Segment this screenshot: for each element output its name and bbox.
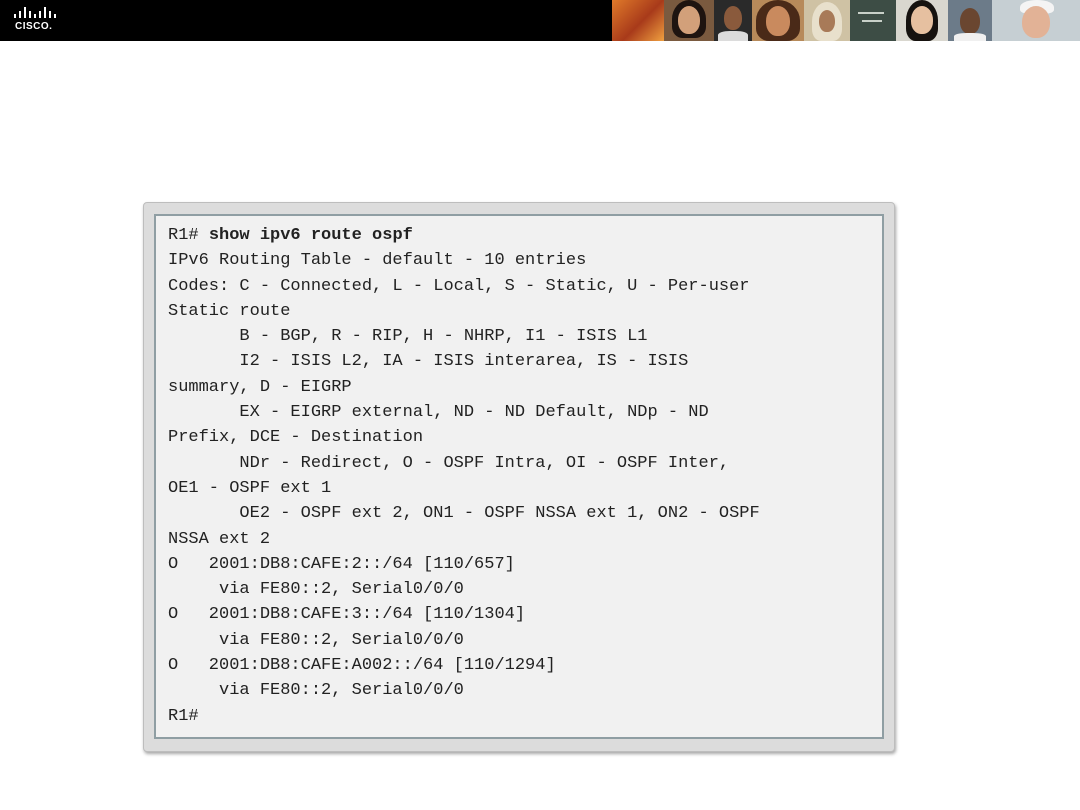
- photo-woman-smiling: [664, 0, 714, 41]
- photo-man-smiling: [992, 0, 1080, 41]
- photo-orange-collage: [612, 0, 664, 41]
- photo-woman-asian: [896, 0, 948, 41]
- route-entry: O 2001:DB8:CAFE:3::/64 [110/1304]: [168, 605, 526, 625]
- terminal-text: R1# show ipv6 route ospf IPv6 Routing Ta…: [156, 216, 882, 729]
- output-line: summary, D - EIGRP: [168, 377, 352, 397]
- final-prompt: R1#: [168, 706, 199, 726]
- route-next-hop: via FE80::2, Serial0/0/0: [168, 630, 464, 650]
- photo-woman-curly-hair: [752, 0, 804, 41]
- route-next-hop: via FE80::2, Serial0/0/0: [168, 681, 464, 701]
- cisco-logo-text: CISCO.: [15, 21, 53, 32]
- output-line: Prefix, DCE - Destination: [168, 428, 424, 448]
- route-next-hop: via FE80::2, Serial0/0/0: [168, 580, 464, 600]
- command: show ipv6 route ospf: [208, 226, 413, 245]
- header-photo-strip: [612, 0, 1080, 41]
- output-line: EX - EIGRP external, ND - ND Default, ND…: [168, 403, 709, 423]
- cisco-logo: CISCO.: [14, 6, 64, 36]
- output-line: Static route: [168, 301, 291, 321]
- terminal-window: R1# show ipv6 route ospf IPv6 Routing Ta…: [143, 202, 895, 752]
- route-entry: O 2001:DB8:CAFE:A002::/64 [110/1294]: [168, 656, 556, 676]
- photo-woman-headscarf: [804, 0, 850, 41]
- photo-man-cap: [948, 0, 992, 41]
- output-line: OE2 - OSPF ext 2, ON1 - OSPF NSSA ext 1,…: [168, 504, 760, 524]
- output-line: NDr - Redirect, O - OSPF Intra, OI - OSP…: [168, 453, 730, 473]
- cisco-bridge-logo-icon: [14, 7, 56, 18]
- photo-man-dark: [714, 0, 752, 41]
- header-banner: CISCO.: [0, 0, 1080, 41]
- prompt: R1#: [168, 226, 199, 245]
- output-line: IPv6 Routing Table - default - 10 entrie…: [168, 251, 587, 271]
- route-entry: O 2001:DB8:CAFE:2::/64 [110/657]: [168, 554, 515, 574]
- terminal-output: R1# show ipv6 route ospf IPv6 Routing Ta…: [154, 214, 884, 739]
- photo-chalkboard: [850, 0, 896, 41]
- output-line: NSSA ext 2: [168, 529, 271, 549]
- output-line: I2 - ISIS L2, IA - ISIS interarea, IS - …: [168, 352, 689, 372]
- output-line: B - BGP, R - RIP, H - NHRP, I1 - ISIS L1: [168, 327, 648, 347]
- output-line: OE1 - OSPF ext 1: [168, 478, 332, 498]
- output-line: Codes: C - Connected, L - Local, S - Sta…: [168, 276, 750, 296]
